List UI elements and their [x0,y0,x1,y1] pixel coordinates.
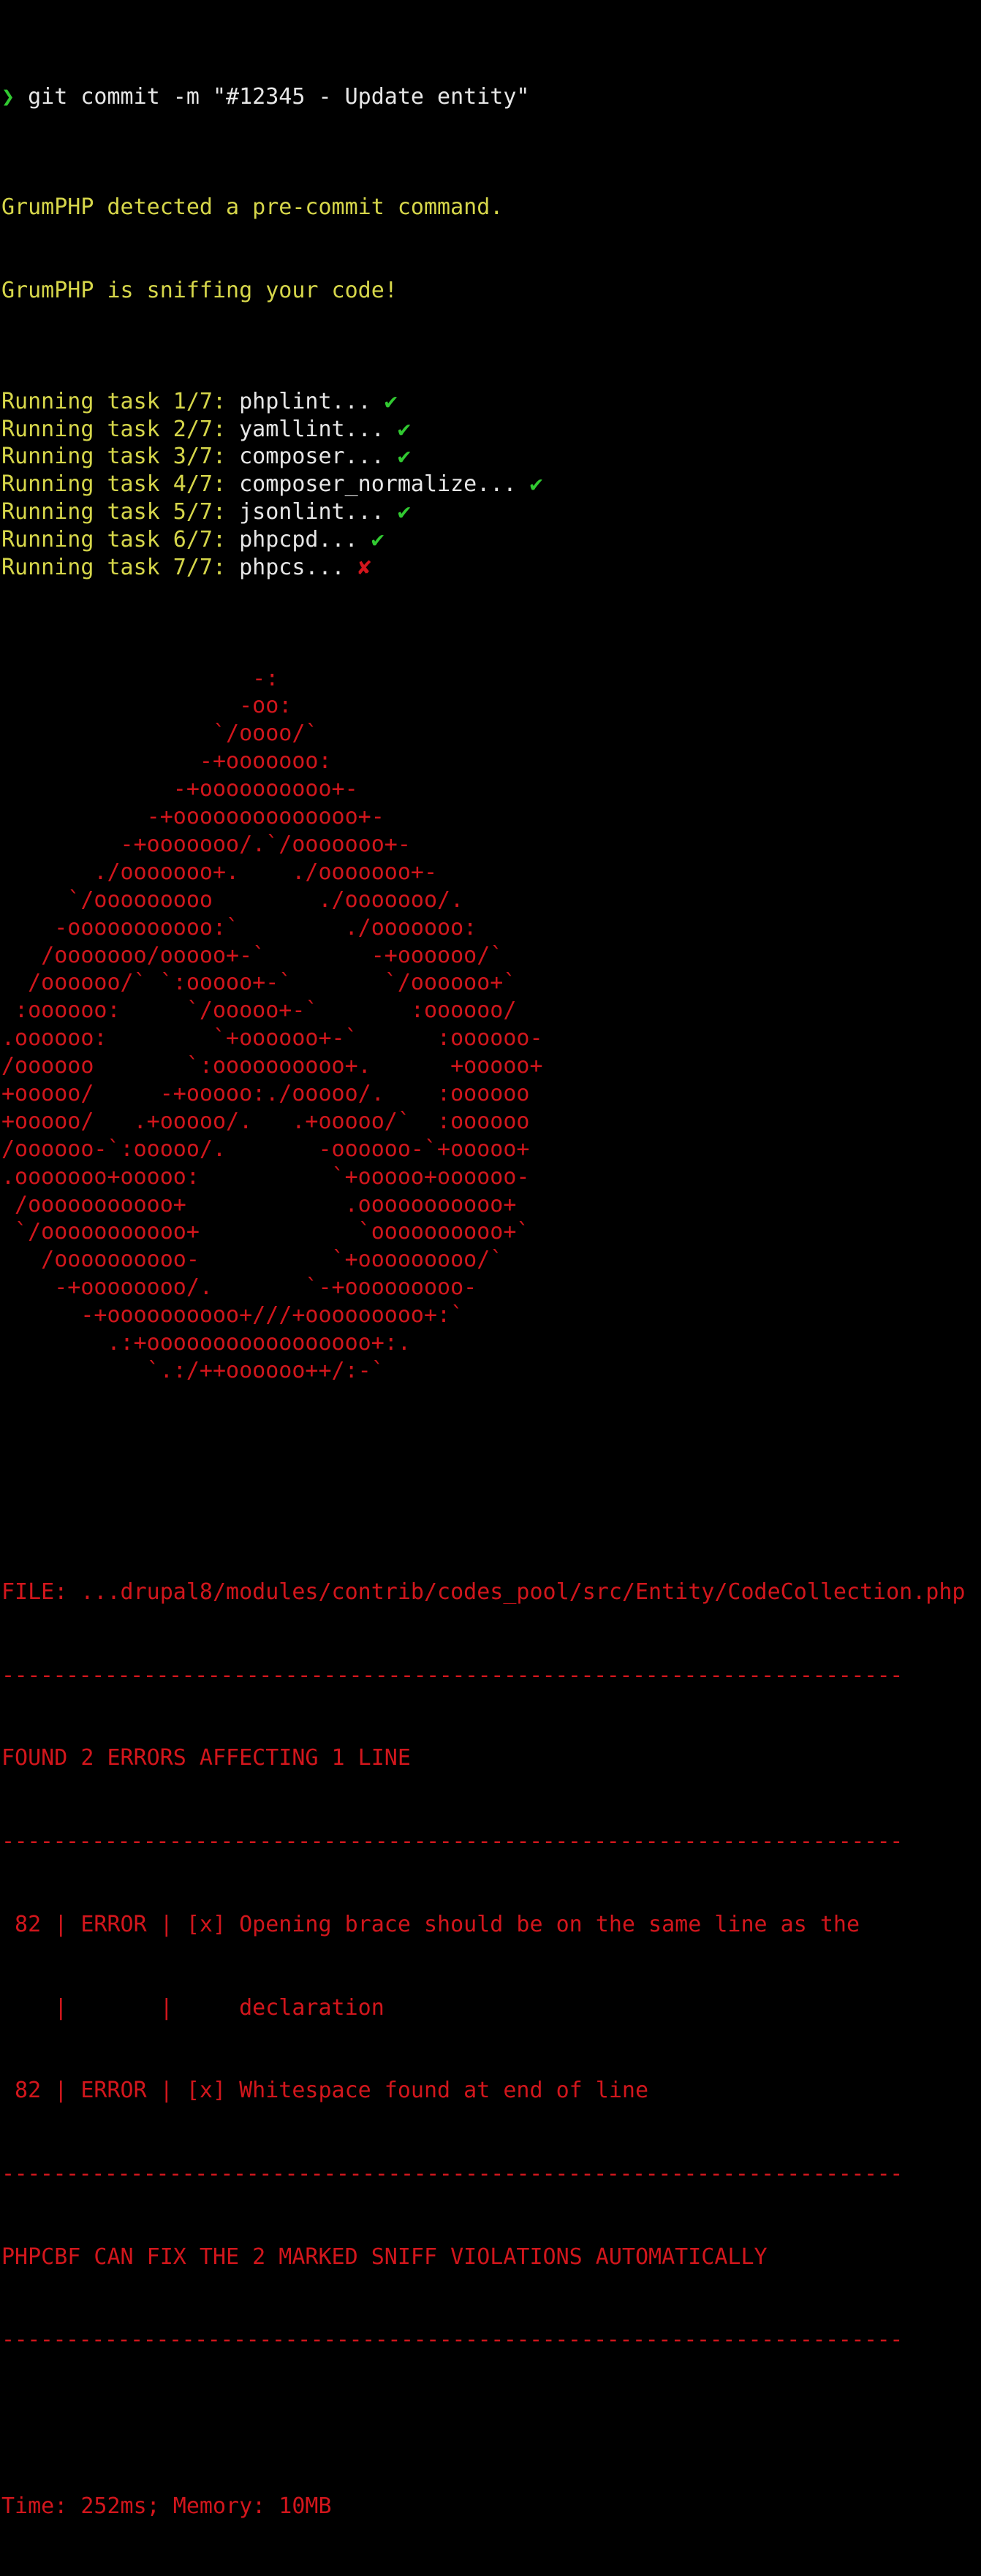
command-text: git commit -m "#12345 - Update entity" [15,83,530,110]
task-line: Running task 1/7: phplint... ✔ [1,388,981,416]
ascii-art-row: -oo: [1,693,292,719]
grumphp-ascii-logo: -: -oo: `/oooo/` -+ooooooo: -+oooooooooo… [1,665,981,1385]
time-memory-line: Time: 252ms; Memory: 10MB [1,2493,332,2519]
task-name: phpcs... [239,554,345,580]
ascii-art-row: .ooooooo+ooooo: `+ooooo+oooooo- [1,1163,530,1190]
check-icon: ✔ [384,388,398,414]
prompt-line: ❯ git commit -m "#12345 - Update entity" [1,83,981,111]
ascii-art-row: -+oooooooooo+///+ooooooooo+:` [1,1302,464,1329]
ascii-art-row: `.:/++oooooo++/:-` [1,1357,385,1383]
ascii-art-row: -: [1,665,279,691]
check-icon: ✔ [397,444,411,470]
ascii-art-row: `/ooooooooooo+ `oooooooooo+` [1,1219,530,1245]
ascii-art-row: /ooooooo/ooooo+-` -+oooooo/` [1,942,504,968]
task-name: phplint... [239,388,371,414]
ascii-art-row: -+ooooooo/.`/ooooooo+- [1,831,411,857]
ascii-art-row: `/oooo/` [1,721,319,747]
cross-icon: ✘ [357,554,371,580]
task-prefix: Running task 2/7: [1,416,240,442]
task-line: Running task 7/7: phpcs... ✘ [1,554,981,582]
check-icon: ✔ [397,416,411,442]
ascii-art-row: -+oooooooooooooo+- [1,804,385,830]
task-name: composer_normalize... [239,471,517,498]
ascii-art-row: /ooooooooooo+ .ooooooooooo+ [1,1191,517,1217]
error-row: 82 | ERROR | [x] Whitespace found at end… [1,2078,649,2104]
task-line: Running task 4/7: composer_normalize... … [1,471,981,498]
check-icon: ✔ [371,527,385,553]
task-line: Running task 5/7: jsonlint... ✔ [1,498,981,526]
ascii-art-row: +ooooo/ .+ooooo/. .+ooooo/` :oooooo [1,1108,530,1134]
separator-line: ----------------------------------------… [1,1828,903,1855]
task-prefix: Running task 3/7: [1,444,240,470]
ascii-art-row: .:+ooooooooooooooooo+:. [1,1329,411,1356]
file-path-line: FILE: ...drupal8/modules/contrib/codes_p… [1,1579,966,1606]
task-line: Running task 6/7: phpcpd... ✔ [1,526,981,554]
task-prefix: Running task 5/7: [1,499,240,525]
ascii-art-row: `/ooooooooo ./ooooooo/. [1,886,464,913]
terminal-window[interactable]: ❯ git commit -m "#12345 - Update entity"… [0,0,981,2519]
ascii-art-row: /oooooo `:oooooooooo+. +ooooo+ [1,1053,543,1079]
task-prefix: Running task 7/7: [1,554,240,580]
intro-line: GrumPHP detected a pre-commit command. [1,194,504,221]
separator-line: ----------------------------------------… [1,1662,903,1688]
task-prefix: Running task 6/7: [1,527,240,553]
error-row: 82 | ERROR | [x] Opening brace should be… [1,1911,860,1937]
ascii-art-row: /oooooo/` `:ooooo+-` `/oooooo+` [1,970,517,996]
ascii-art-row: -+ooooooo: [1,748,332,775]
ascii-art-row: ./ooooooo+. ./ooooooo+- [1,859,438,885]
task-line: Running task 3/7: composer... ✔ [1,443,981,471]
check-icon: ✔ [529,471,543,498]
check-icon: ✔ [397,499,411,525]
task-name: jsonlint... [239,499,385,525]
intro-line: GrumPHP is sniffing your code! [1,278,398,304]
ascii-art-row: -ooooooooooo:` ./ooooooo: [1,914,477,941]
ascii-art-row: +ooooo/ -+ooooo:./ooooo/. :oooooo [1,1080,530,1106]
task-name: composer... [239,444,385,470]
task-line: Running task 2/7: yamllint... ✔ [1,416,981,444]
task-name: yamllint... [239,416,385,442]
found-errors-line: FOUND 2 ERRORS AFFECTING 1 LINE [1,1745,411,1771]
ascii-art-row: -+oooooooo/. `-+ooooooooo- [1,1274,477,1301]
autofix-line: PHPCBF CAN FIX THE 2 MARKED SNIFF VIOLAT… [1,2243,768,2270]
separator-line: ----------------------------------------… [1,2161,903,2186]
prompt-symbol: ❯ [1,83,15,110]
separator-line: ----------------------------------------… [1,2327,903,2353]
task-name: phpcpd... [239,527,358,553]
ascii-art-row: /oooooo-`:ooooo/. -oooooo-`+ooooo+ [1,1136,530,1162]
task-prefix: Running task 1/7: [1,388,240,414]
task-prefix: Running task 4/7: [1,471,240,498]
error-row: | | declaration [1,1994,385,2021]
task-list: Running task 1/7: phplint... ✔ Running ta… [1,388,981,582]
ascii-art-row: /oooooooooo- `+ooooooooo/` [1,1247,504,1273]
ascii-art-row: .oooooo: `+oooooo+-` :oooooo- [1,1025,543,1052]
ascii-art-row: :oooooo: `/ooooo+-` :oooooo/ [1,998,517,1024]
ascii-art-row: -+oooooooooo+- [1,776,358,802]
